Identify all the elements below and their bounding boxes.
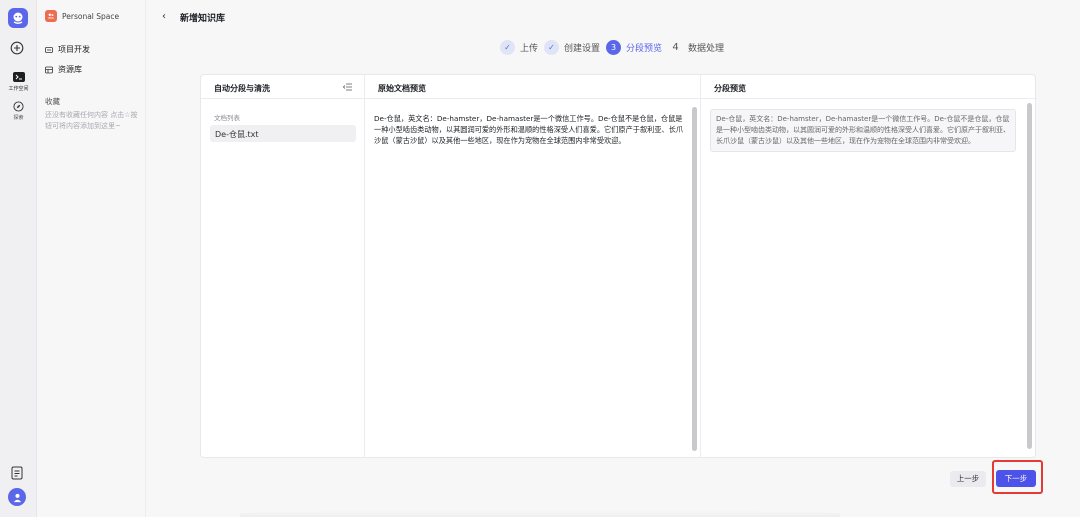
step-label: 上传 [520,44,539,54]
next-step-button[interactable]: 下一步 [996,470,1036,487]
scrollbar[interactable] [1027,103,1032,449]
icon-rail: 工作空间 探索 [0,0,37,517]
step-label: 创建设置 [564,44,601,54]
app-logo-icon[interactable] [8,8,28,28]
back-button[interactable]: ‹ [162,11,166,22]
col-header: 原始文档预览 [365,75,700,99]
step-upload: ✓ 上传 [500,40,538,55]
scrollbar[interactable] [692,107,697,451]
raw-document-text: De-仓鼠，英文名：De-hamster，De-hamaster是一个微信工作号… [374,114,684,145]
secondary-sidebar: Personal Space 项目开发 资源库 收藏 还没有收藏任何内容 点击☆… [37,0,146,517]
sidebar-item-label: 资源库 [58,65,82,74]
rail-item-workspace[interactable]: 工作空间 [3,72,34,96]
preview-panel: 自动分段与清洗 文档列表 De-仓鼠.txt 原始文档预览 De-仓鼠，英文名：… [200,74,1037,458]
favorites-title: 收藏 [45,97,60,106]
step-segment-preview: 3 分段预览 [606,40,662,55]
workspace-icon [12,72,25,82]
prev-step-button[interactable]: 上一步 [950,471,986,487]
sidebar-item-label: 项目开发 [58,45,90,54]
space-name: Personal Space [62,11,120,21]
step-number: 4 [672,42,679,53]
explore-label: 探索 [13,115,24,121]
document-icon[interactable] [11,466,23,480]
collapse-icon[interactable] [343,83,352,91]
col-header: 分段预览 [701,75,1037,99]
sidebar-item-library[interactable]: 资源库 [45,64,82,75]
check-icon: ✓ [544,40,560,55]
step-number: 3 [606,40,622,55]
compass-icon [13,101,24,112]
bottom-shadow [240,510,840,517]
check-icon: ✓ [500,40,515,55]
rail-item-explore[interactable]: 探索 [3,101,34,125]
file-list-title: 文档列表 [214,114,240,122]
chunk-card: De-仓鼠，英文名：De-hamster，De-hamaster是一个微信工作号… [710,109,1016,152]
user-icon [13,493,21,502]
step-indicator: ✓ 上传 ✓ 创建设置 3 分段预览 4 数据处理 [500,40,724,55]
col-title: 自动分段与清洗 [214,84,270,93]
chunk-preview-column: 分段预览 De-仓鼠，英文名：De-hamster，De-hamaster是一个… [701,75,1037,457]
user-avatar[interactable] [8,488,26,506]
project-icon [45,46,53,53]
col-title: 原始文档预览 [378,84,426,93]
plus-icon[interactable] [10,41,24,55]
col-header: 自动分段与清洗 [201,75,364,99]
favorites-empty-text: 还没有收藏任何内容 点击☆按钮可将内容添加到这里~ [45,111,138,130]
file-item[interactable]: De-仓鼠.txt [210,125,356,142]
step-data-processing: 4 数据处理 [668,40,724,55]
space-switcher[interactable]: Personal Space [45,10,119,22]
sidebar-item-project-dev[interactable]: 项目开发 [45,44,90,55]
col-title: 分段预览 [714,84,746,93]
raw-preview-column: 原始文档预览 De-仓鼠，英文名：De-hamster，De-hamaster是… [365,75,701,457]
step-label: 数据处理 [688,44,725,54]
file-column: 自动分段与清洗 文档列表 De-仓鼠.txt [201,75,365,457]
page-title: 新增知识库 [180,14,226,24]
library-icon [45,66,53,73]
step-label: 分段预览 [626,44,663,54]
workspace-label: 工作空间 [8,86,29,92]
step-create-settings: ✓ 创建设置 [544,40,600,55]
space-avatar-icon [45,10,57,22]
